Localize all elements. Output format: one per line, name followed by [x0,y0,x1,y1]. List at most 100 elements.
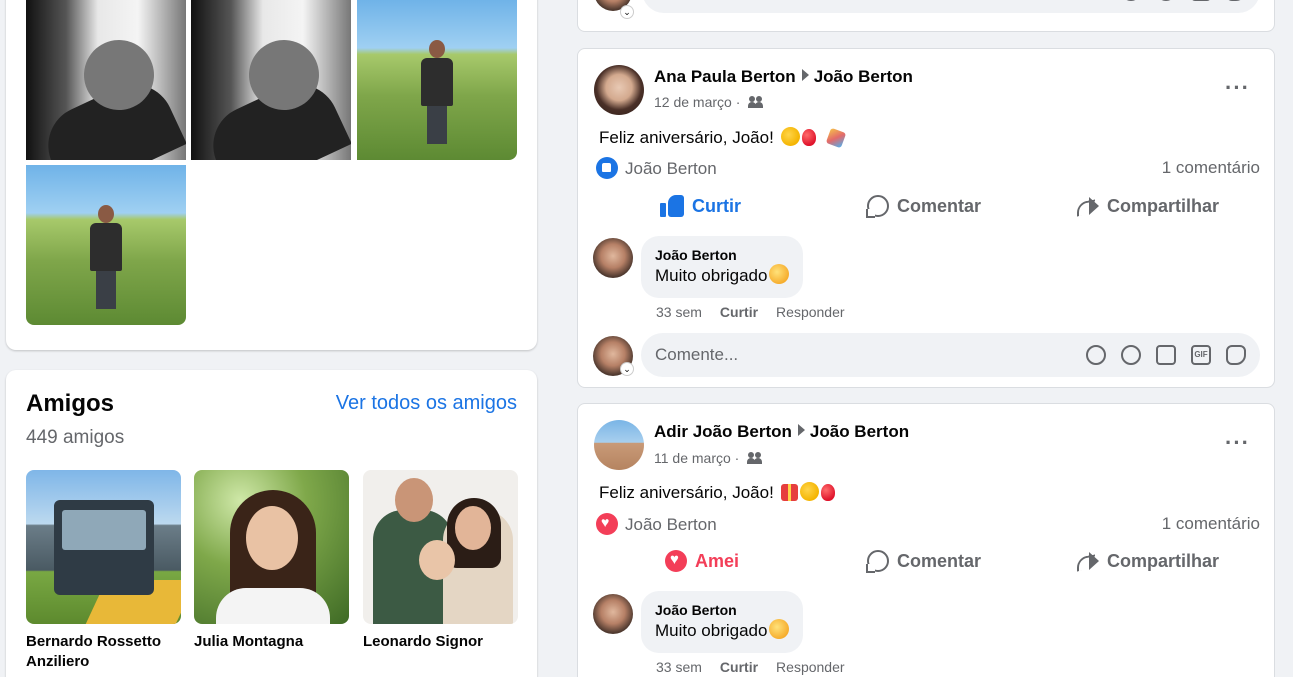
arrow-right-icon [797,424,805,436]
photos-card [6,0,537,350]
friend-item[interactable]: Julia Montagna [194,470,349,652]
comment-input-box[interactable]: GIF [641,333,1260,377]
avatar-sticker-icon[interactable] [1086,345,1106,365]
photo-thumbnail[interactable] [191,0,351,160]
like-reaction-icon[interactable] [596,157,618,179]
comment-meta: 33 sem Curtir Responder [656,659,845,675]
friend-name[interactable]: Julia Montagna [194,632,349,652]
comment-meta: 33 sem Curtir Responder [656,304,845,320]
photo-thumbnail[interactable] [26,0,186,160]
party-face-emoji [799,482,819,501]
post-text-content: Feliz aniversário, João! [599,483,774,502]
chevron-down-icon[interactable]: ⌄ [620,5,634,19]
more-options-icon[interactable]: ··· [1225,432,1249,458]
reaction-names[interactable]: João Berton [625,159,717,179]
friend-photo[interactable] [26,470,181,624]
target-name[interactable]: João Berton [810,422,909,441]
like-icon [660,195,684,217]
sticker-icon[interactable] [1226,345,1246,365]
commenter-avatar[interactable] [593,238,633,278]
comment-button[interactable]: Comentar [866,188,982,224]
comment-input-box[interactable] [642,0,1260,13]
comment-time[interactable]: 33 sem [656,659,702,675]
comment-reply-link[interactable]: Responder [776,659,845,675]
like-button[interactable]: Curtir [660,188,741,224]
share-button[interactable]: Compartilhar [1075,543,1219,579]
chevron-down-icon[interactable]: ⌄ [620,362,634,376]
post-date-row: 12 de março · [654,94,764,110]
emoji-icon[interactable] [1121,345,1141,365]
comment-button[interactable]: Comentar [866,543,981,579]
post-date[interactable]: 11 de março [654,450,731,466]
comment-icon [866,550,889,573]
emoji-icon[interactable] [1156,0,1176,1]
post-text-content: Feliz aniversário, João! [599,128,774,147]
friend-item[interactable]: Leonardo Signor [363,470,518,652]
comment-author[interactable]: João Berton [655,601,789,619]
post: Adir João Berton João Berton 11 de março … [577,403,1275,677]
comment-text: Muito obrigado [655,619,790,643]
friend-photo[interactable] [194,470,349,624]
author-name[interactable]: Ana Paula Berton [654,67,796,86]
comment-count[interactable]: 1 comentário [1162,158,1260,178]
comment-bubble: João Berton Muito obrigado [641,591,804,653]
comment-label: Comentar [897,195,982,216]
party-popper-emoji [826,127,847,149]
photo-thumbnail[interactable] [357,0,517,160]
share-label: Compartilhar [1107,550,1220,571]
comment-count[interactable]: 1 comentário [1162,514,1260,534]
see-all-friends-link[interactable]: Ver todos os amigos [336,392,517,415]
blowing-kiss-emoji [769,619,790,639]
friend-item[interactable]: Bernardo Rossetto Anziliero [26,470,181,672]
balloon-emoji [820,484,835,501]
avatar-sticker-icon[interactable] [1121,0,1141,1]
author-avatar[interactable] [594,420,644,470]
comment-text: Muito obrigado [655,264,790,288]
sticker-icon[interactable] [1226,0,1246,1]
smiling-face-emoji [769,264,790,284]
commenter-avatar[interactable] [593,594,633,634]
love-reaction-icon[interactable] [596,513,618,535]
friend-photo[interactable] [363,470,518,624]
friend-name[interactable]: Leonardo Signor [363,632,518,652]
friends-audience-icon [748,96,764,108]
camera-icon[interactable] [1191,0,1211,1]
comment-input[interactable] [655,345,1071,365]
friends-audience-icon [747,452,763,464]
friends-card: Amigos Ver todos os amigos 449 amigos Be… [6,370,537,677]
more-options-icon[interactable]: ··· [1225,77,1249,103]
post-text: Feliz aniversário, João! [599,127,847,149]
camera-icon[interactable] [1156,345,1176,365]
gift-emoji [780,484,798,501]
share-button[interactable]: Compartilhar [1075,188,1219,224]
comment-like-link[interactable]: Curtir [720,304,758,320]
comment-bubble: João Berton Muito obrigado [641,236,804,298]
author-name[interactable]: Adir João Berton [654,422,792,441]
friend-name[interactable]: Bernardo Rossetto Anziliero [26,632,181,672]
comment-icon [866,195,889,218]
reaction-names[interactable]: João Berton [625,515,717,535]
target-name[interactable]: João Berton [814,67,913,86]
love-label: Amei [695,550,740,571]
comment-input[interactable] [656,0,1106,1]
comment-reply-link[interactable]: Responder [776,304,845,320]
post: Ana Paula Berton João Berton 12 de março … [577,48,1275,388]
author-avatar[interactable] [594,65,644,115]
party-face-emoji [780,127,800,146]
like-label: Curtir [692,195,741,216]
love-button[interactable]: Amei [665,543,739,579]
gif-icon[interactable]: GIF [1191,345,1211,365]
comment-text-content: Muito obrigado [655,621,768,640]
post-date-row: 11 de março · [654,450,763,466]
post-text: Feliz aniversário, João! [599,482,835,503]
friends-title: Amigos [26,390,115,417]
balloon-emoji [801,129,816,146]
post-header: Adir João Berton João Berton [654,422,909,442]
friends-count: 449 amigos [26,427,125,448]
post-date[interactable]: 12 de março [654,94,732,110]
share-label: Compartilhar [1107,195,1220,216]
comment-like-link[interactable]: Curtir [720,659,758,675]
comment-author[interactable]: João Berton [655,246,789,264]
comment-time[interactable]: 33 sem [656,304,702,320]
photo-thumbnail[interactable] [26,165,186,325]
